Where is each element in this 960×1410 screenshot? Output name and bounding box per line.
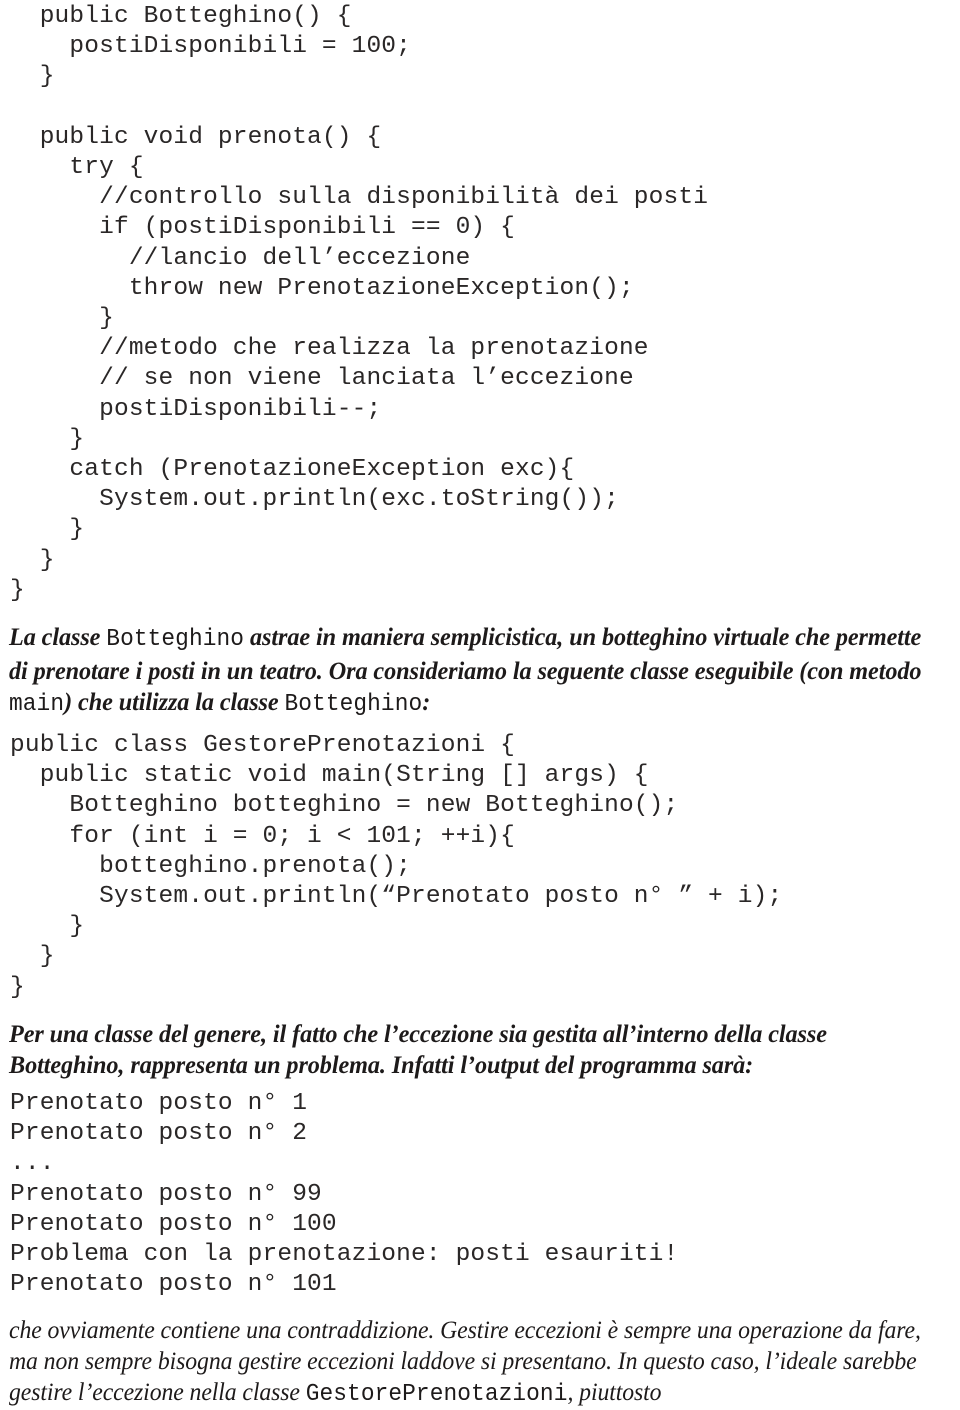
code-line: Prenotato posto n° 99 — [10, 1180, 322, 1208]
code-line: System.out.println(“Prenotato posto n° ”… — [10, 883, 783, 911]
code-line: //controllo sulla disponibilità dei post… — [10, 184, 709, 212]
gestore-prenotazioni-code-block: public class GestorePrenotazioni { publi… — [10, 731, 782, 1003]
program-output-block: Prenotato posto n° 1 Prenotato posto n° 2… — [10, 1089, 678, 1300]
code-line: postiDisponibili = 100; — [10, 33, 412, 61]
code-line: } — [10, 973, 25, 1001]
code-line: public static void main(String [] args) … — [10, 762, 649, 790]
code-line: botteghino.prenota(); — [10, 852, 412, 880]
code-line: Prenotato posto n° 1 — [10, 1090, 308, 1117]
closing-paragraph: che ovviamente contiene una contraddizio… — [9, 1315, 950, 1410]
prose-text: Per una classe del genere, il fatto che … — [9, 1019, 827, 1079]
intro-paragraph: La classe Botteghino astrae in maniera s… — [9, 621, 938, 720]
prose-text: La classe — [9, 622, 107, 651]
code-line: public void prenota() { — [10, 123, 382, 151]
code-line: } — [10, 425, 85, 453]
code-line: } — [10, 63, 55, 91]
botteghino-class-code-block: public Botteghino() { postiDisponibili =… — [10, 2, 708, 606]
code-line: Prenotato posto n° 101 — [10, 1271, 337, 1299]
code-line: public class GestorePrenotazioni { — [10, 732, 515, 759]
code-line: Prenotato posto n° 100 — [10, 1210, 337, 1238]
code-line: } — [10, 546, 55, 574]
code-line: Problema con la prenotazione: posti esau… — [10, 1241, 679, 1269]
document-page: public Botteghino() { postiDisponibili =… — [0, 0, 960, 1410]
code-line: if (postiDisponibili == 0) { — [10, 214, 515, 242]
code-line: Botteghino botteghino = new Botteghino()… — [10, 792, 679, 820]
inline-code: Botteghino — [106, 626, 245, 653]
code-line: // se non viene lanciata l’eccezione — [10, 365, 634, 393]
inline-code: main — [9, 691, 65, 718]
code-line: } — [10, 913, 85, 941]
code-line: for (int i = 0; i < 101; ++i){ — [10, 822, 515, 850]
problem-paragraph: Per una classe del genere, il fatto che … — [9, 1018, 938, 1080]
code-line: } — [10, 305, 114, 333]
code-line: Prenotato posto n° 2 — [10, 1120, 308, 1148]
code-line: //lancio dell’eccezione — [10, 244, 471, 272]
code-line: postiDisponibili--; — [10, 395, 382, 423]
inline-code: Botteghino — [284, 691, 423, 718]
code-line: } — [10, 516, 85, 544]
code-line: } — [10, 943, 55, 971]
code-line: //metodo che realizza la prenotazione — [10, 335, 649, 363]
code-line: try { — [10, 154, 144, 182]
inline-code: GestorePrenotazioni — [305, 1381, 568, 1408]
code-line: public Botteghino() { — [10, 3, 352, 30]
code-line: catch (PrenotazioneException exc){ — [10, 456, 575, 484]
code-line: } — [10, 576, 25, 604]
prose-text: , piuttosto — [567, 1379, 662, 1406]
prose-text: : — [422, 687, 431, 716]
prose-text: ) che utilizza la classe — [64, 687, 285, 716]
code-line: ... — [10, 1150, 55, 1178]
code-line: throw new PrenotazioneException(); — [10, 274, 634, 302]
code-line: System.out.println(exc.toString()); — [10, 486, 619, 514]
